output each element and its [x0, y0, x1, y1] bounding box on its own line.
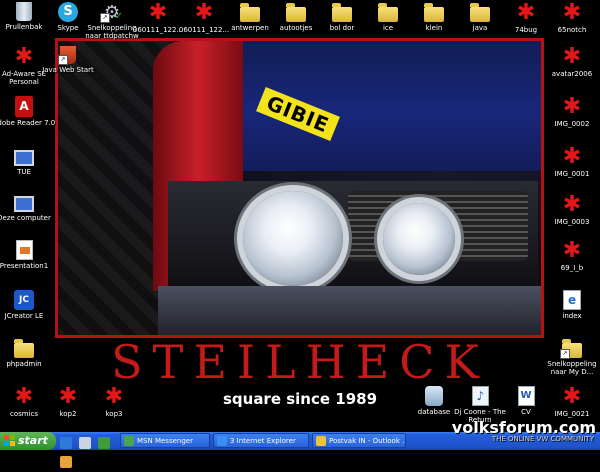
adobe-reader-icon: A [15, 96, 33, 117]
taskbar-button-msn[interactable]: MSN Messenger [120, 433, 210, 448]
folder-icon [378, 3, 398, 22]
icon-label: IMG_0001 [554, 170, 590, 178]
messenger-quicklaunch-icon[interactable] [98, 437, 111, 449]
shortcut-tool-icon: ↗ [100, 2, 123, 23]
desktop-icon-presentation1[interactable]: Presentation1 [0, 240, 56, 270]
volksforum-watermark: volksforum.com THE ONLINE VW COMMUNITY [440, 418, 600, 450]
shortcut-arrow-icon: ↗ [58, 55, 68, 65]
icon-label: phpadmin [6, 360, 42, 368]
ie-quicklaunch-icon[interactable] [60, 437, 72, 449]
task-label: 3 Internet Explorer [230, 437, 296, 445]
windows-logo-icon [4, 435, 15, 446]
desktop-icon-69-i-b[interactable]: 69_I_b [540, 240, 600, 272]
headlight-right [383, 203, 455, 275]
image-file-icon [560, 96, 584, 118]
icon-label: Adobe Reader 7.0 [0, 119, 56, 127]
desktop-icon-tue[interactable]: TUE [0, 146, 56, 176]
start-label: start [18, 434, 48, 447]
image-file-icon [560, 2, 584, 24]
database-file-icon [425, 386, 443, 406]
desktop[interactable]: GIBIE STEILHECK square since 1989 Prulle… [0, 0, 600, 432]
icon-label: avatar2006 [551, 70, 593, 78]
folder-icon [286, 3, 306, 22]
presentation-file-icon [15, 240, 33, 260]
desktop-icon-java-web-start[interactable]: ↗ Java Web Start [36, 46, 100, 74]
adaware-icon [12, 46, 36, 68]
desktop-icon-img-0003[interactable]: IMG_0003 [540, 194, 600, 226]
task-label: MSN Messenger [137, 437, 193, 445]
recycle-bin-icon [16, 2, 32, 21]
desktop-icon-avatar2006[interactable]: avatar2006 [540, 46, 600, 78]
desktop-icon-snelkoppeling-my[interactable]: ↗ Snelkoppeling naar My D... [540, 338, 600, 376]
desktop-icon-phpadmin[interactable]: phpadmin [0, 338, 56, 368]
icon-label: IMG_0002 [554, 120, 590, 128]
image-file-icon [146, 2, 170, 24]
icon-label: 69_I_b [560, 264, 584, 272]
desktop-icon-adobe-reader[interactable]: A Adobe Reader 7.0 [0, 96, 56, 127]
desktop-icon-65notch[interactable]: 65notch [540, 2, 600, 34]
folder-icon [332, 3, 352, 22]
msn-messenger-icon [124, 436, 134, 446]
icon-label: kop3 [105, 410, 123, 418]
shortcut-arrow-icon: ↗ [560, 349, 570, 359]
desktop-icon-my-computer[interactable]: Deze computer [0, 192, 56, 222]
image-file-icon [560, 146, 584, 168]
image-file-icon [102, 386, 126, 408]
folder-icon [424, 3, 444, 22]
folder-icon: ↗ [560, 339, 582, 359]
word-document-icon [517, 386, 535, 406]
taskbar-button-ie[interactable]: 3 Internet Explorer [213, 433, 309, 448]
image-file-icon [560, 386, 584, 408]
jcreator-icon: JC [14, 290, 34, 310]
folder-icon [14, 339, 34, 358]
task-label: Postvak IN - Outlook ... [329, 437, 406, 445]
image-file-icon [560, 46, 584, 68]
icon-label: IMG_0003 [554, 218, 590, 226]
folder-icon [470, 3, 490, 22]
icon-label: Deze computer [0, 214, 51, 222]
image-file-icon [12, 386, 36, 408]
network-computer-icon [14, 150, 34, 166]
icon-label: JCreator LE [4, 312, 44, 320]
quick-launch-bar [60, 434, 118, 468]
desktop-icon-img-0002[interactable]: IMG_0002 [540, 96, 600, 128]
skype-icon: S [58, 2, 78, 22]
desktop-icon-kop3[interactable]: kop3 [82, 386, 146, 418]
icon-label: index [562, 312, 582, 320]
image-file-icon [192, 2, 216, 24]
outlook-icon [316, 436, 326, 446]
desktop-icon-img-0001[interactable]: IMG_0001 [540, 146, 600, 178]
taskbar-button-outlook[interactable]: Postvak IN - Outlook ... [312, 433, 406, 448]
icon-label: 65notch [557, 26, 587, 34]
icon-label: Presentation1 [0, 262, 49, 270]
desktop-icon-jcreator[interactable]: JC JCreator LE [0, 290, 56, 320]
web-page-icon [563, 290, 581, 310]
audio-file-icon [471, 386, 489, 406]
icon-label: Snelkoppeling naar My D... [547, 360, 597, 376]
desktop-icon-index[interactable]: index [540, 290, 600, 320]
wallpaper-title: STEILHECK [111, 335, 489, 389]
start-button[interactable]: start [0, 432, 56, 450]
shortcut-arrow-icon: ↗ [100, 13, 110, 23]
desktop-quicklaunch-icon[interactable] [79, 437, 92, 449]
watermark-sub-text: THE ONLINE VW COMMUNITY [491, 435, 594, 443]
image-file-icon [560, 194, 584, 216]
media-quicklaunch-icon[interactable] [60, 456, 72, 468]
image-file-icon [560, 240, 584, 262]
java-cup-icon: ↗ [58, 46, 76, 65]
desktop-icon-img-0021[interactable]: IMG_0021 [540, 386, 600, 418]
image-file-icon [56, 386, 80, 408]
folder-icon [240, 3, 260, 22]
wallpaper-photo: GIBIE [55, 38, 544, 338]
computer-icon [14, 196, 34, 212]
car-bumper-shape [158, 286, 541, 335]
image-file-icon [514, 2, 538, 24]
icon-label: TUE [17, 168, 31, 176]
headlight-left [243, 191, 343, 286]
internet-explorer-icon [217, 436, 227, 446]
icon-label: Java Web Start [42, 66, 94, 74]
icon-label: IMG_0021 [554, 410, 590, 418]
